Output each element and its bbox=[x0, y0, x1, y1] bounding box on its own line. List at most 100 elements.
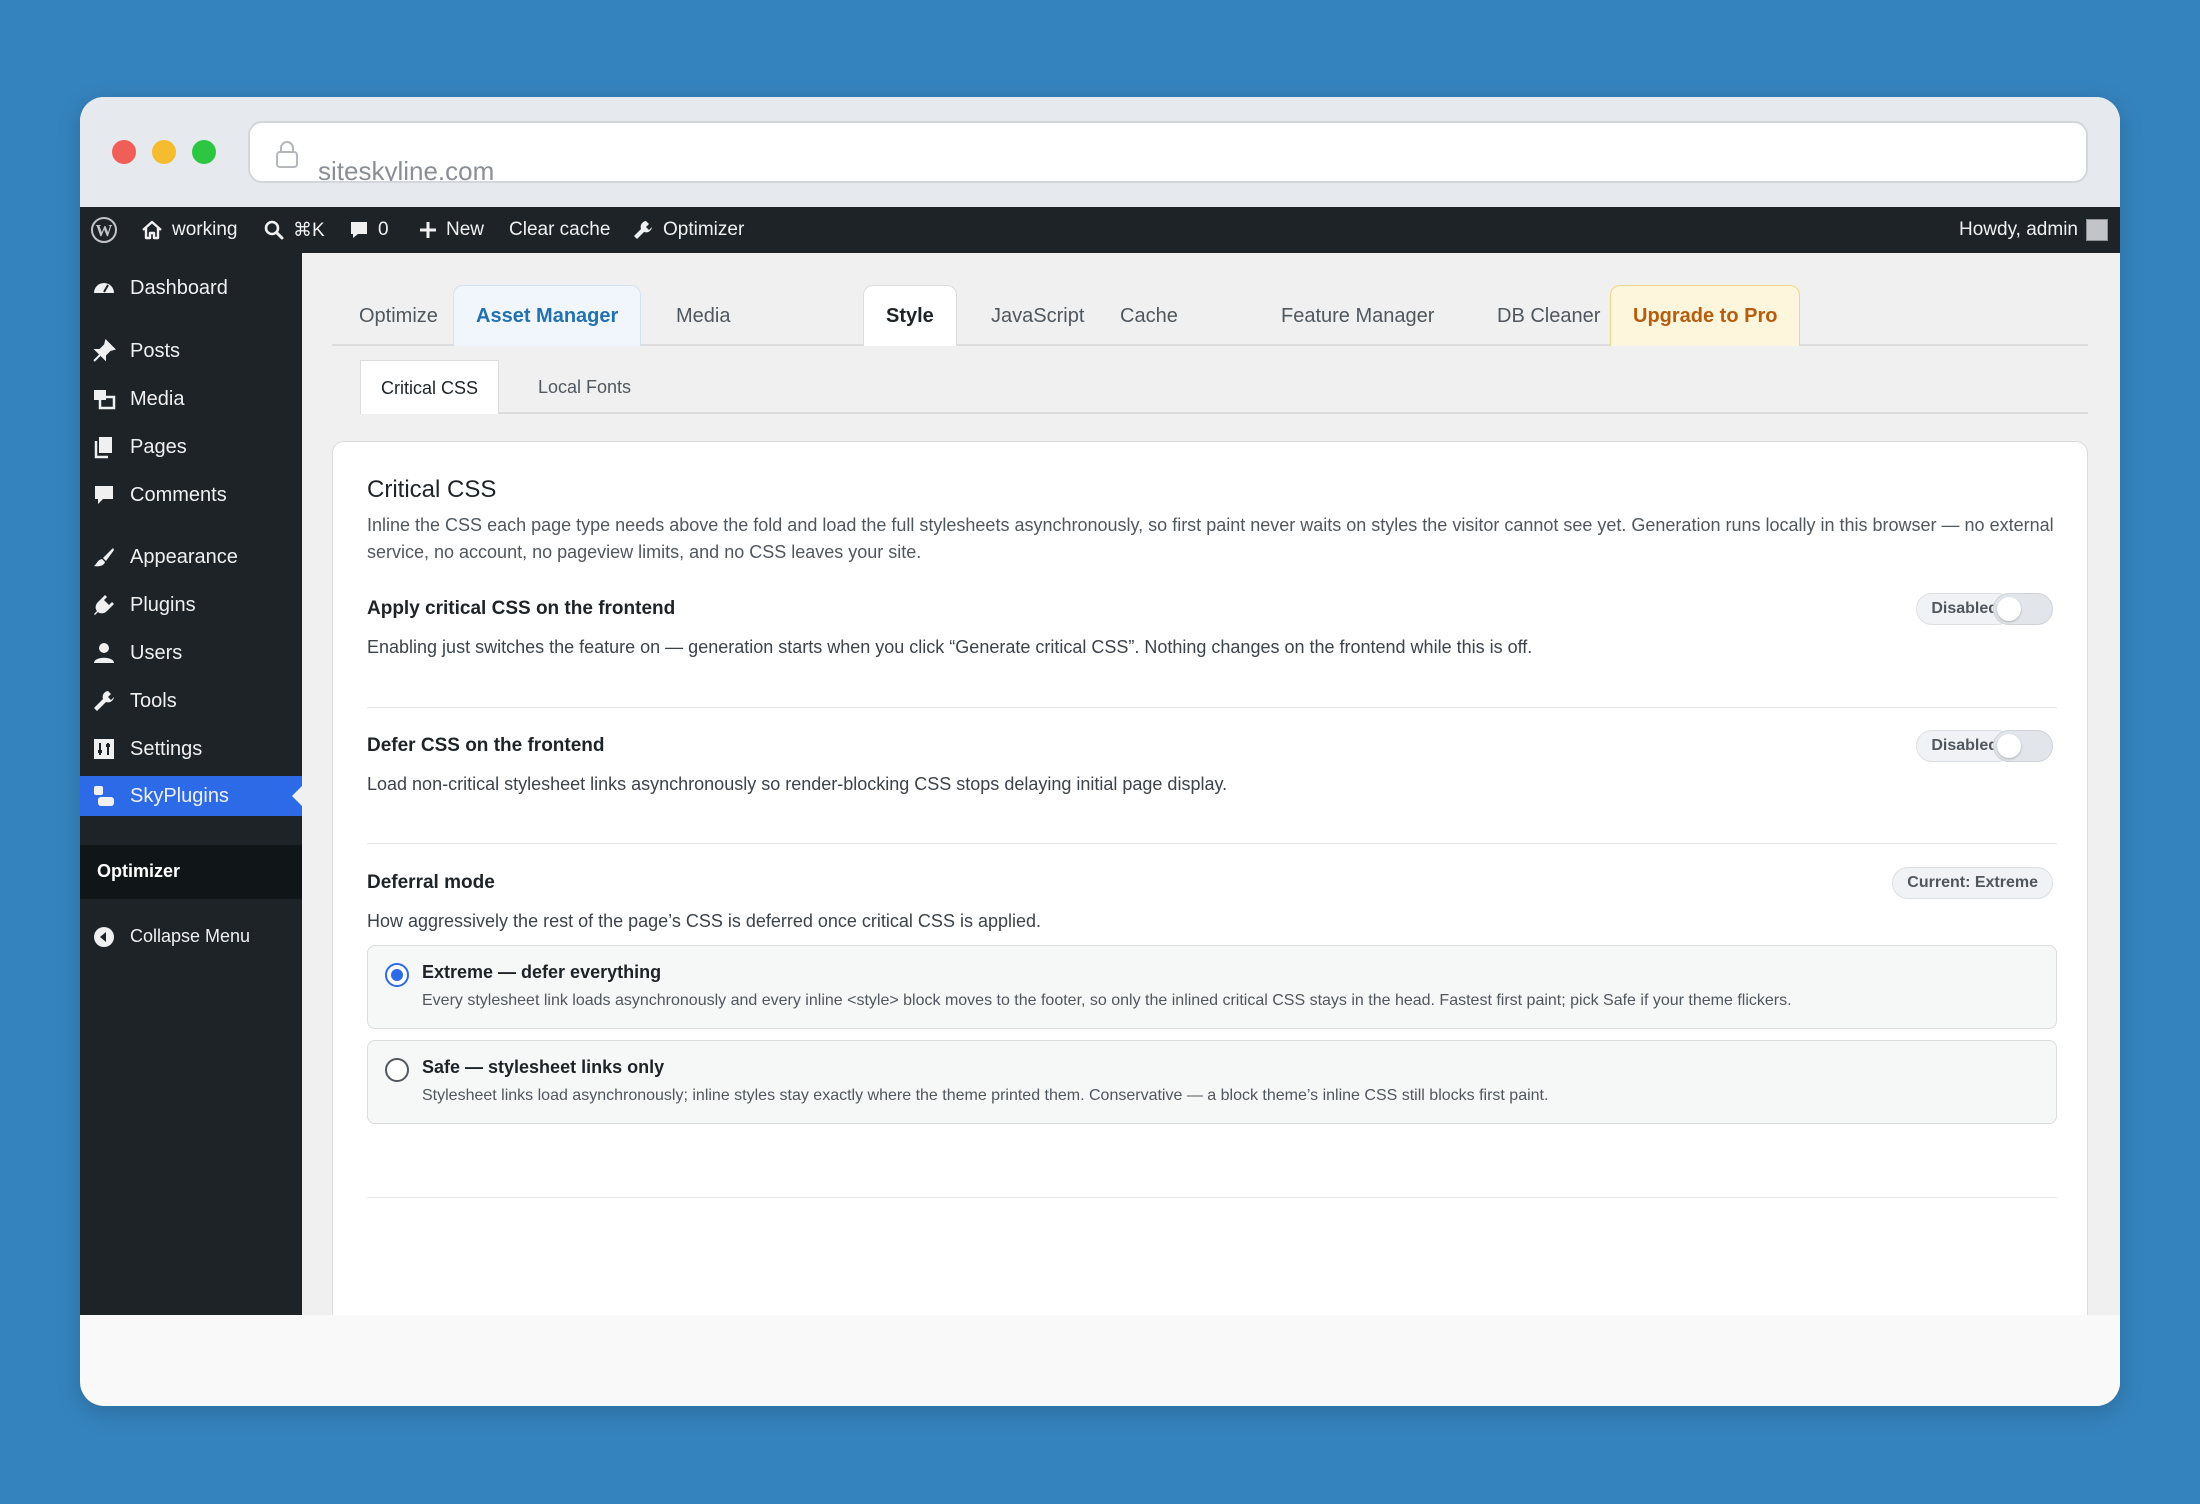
admin-sidebar: Dashboard Posts Media Pages Comments App… bbox=[80, 253, 302, 1406]
comment-icon bbox=[351, 222, 367, 238]
sidebar-submenu-optimizer[interactable]: Optimizer bbox=[97, 861, 180, 882]
option-description: Stylesheet links load asynchronously; in… bbox=[422, 1087, 1549, 1104]
deferral-mode-badge: Current: Extreme bbox=[1892, 867, 2053, 899]
sidebar-item-label: Plugins bbox=[130, 594, 196, 616]
avatar bbox=[2086, 219, 2108, 241]
sidebar-item-label: Media bbox=[130, 388, 185, 410]
dashboard-icon bbox=[94, 283, 114, 293]
optimizer-link[interactable]: Optimizer bbox=[631, 207, 744, 253]
sidebar-item-label: Tools bbox=[130, 690, 177, 712]
howdy-label: Howdy, admin bbox=[1959, 219, 2078, 240]
clear-cache-link[interactable]: Clear cache bbox=[509, 207, 610, 253]
defer-css-toggle[interactable] bbox=[1993, 730, 2053, 762]
collapse-menu-button[interactable]: Collapse Menu bbox=[80, 917, 302, 957]
media-icon bbox=[94, 390, 116, 410]
clear-cache-label: Clear cache bbox=[509, 219, 611, 240]
critical-css-card: Critical CSS Inline the CSS each page ty… bbox=[332, 441, 2088, 1406]
tab-optimize[interactable]: Optimize bbox=[336, 285, 461, 346]
sidebar-item-skyplugins[interactable]: SkyPlugins bbox=[80, 776, 302, 816]
apply-critical-css-toggle[interactable] bbox=[1993, 593, 2053, 625]
sidebar-item-label: Dashboard bbox=[130, 277, 228, 299]
wrench-icon bbox=[634, 221, 652, 239]
new-content-link[interactable]: New bbox=[418, 207, 484, 253]
radio-extreme[interactable] bbox=[385, 963, 409, 987]
search-button[interactable]: ⌘K bbox=[263, 207, 325, 253]
admin-bar: W working ⌘K 0 New Clear cache Optimizer… bbox=[80, 207, 2120, 253]
browser-chrome: siteskyline.com bbox=[80, 97, 2120, 207]
sidebar-item-media[interactable]: Media bbox=[80, 379, 302, 419]
user-icon bbox=[94, 643, 114, 663]
plus-icon bbox=[420, 222, 436, 238]
comments-link[interactable]: 0 bbox=[348, 207, 389, 253]
tab-style[interactable]: Style bbox=[863, 285, 957, 346]
sidebar-item-pages[interactable]: Pages bbox=[80, 427, 302, 467]
defer-css-description: Load non-critical stylesheet links async… bbox=[367, 774, 1228, 794]
deferral-mode-title: Deferral mode bbox=[367, 872, 495, 893]
sidebar-item-label: Appearance bbox=[130, 546, 238, 568]
tab-asset-manager[interactable]: Asset Manager bbox=[453, 285, 642, 346]
pages-icon bbox=[94, 437, 112, 459]
search-shortcut: ⌘K bbox=[293, 219, 325, 241]
minimize-window-button[interactable] bbox=[152, 140, 176, 164]
section-divider bbox=[367, 1197, 2057, 1198]
deferral-mode-description: How aggressively the rest of the page’s … bbox=[367, 911, 1041, 931]
sidebar-item-plugins[interactable]: Plugins bbox=[80, 585, 302, 625]
new-label: New bbox=[446, 219, 485, 240]
sidebar-item-settings[interactable]: Settings bbox=[80, 729, 302, 769]
collapse-menu-label: Collapse Menu bbox=[130, 926, 251, 946]
sidebar-item-users[interactable]: Users bbox=[80, 633, 302, 673]
sidebar-item-label: SkyPlugins bbox=[130, 785, 229, 807]
card-title: Critical CSS bbox=[367, 476, 497, 503]
site-name-label: working bbox=[172, 219, 238, 240]
section-divider bbox=[367, 707, 2057, 708]
sidebar-item-label: Pages bbox=[130, 436, 187, 458]
sidebar-item-tools[interactable]: Tools bbox=[80, 681, 302, 721]
skyplugins-icon bbox=[94, 786, 114, 806]
tab-javascript[interactable]: JavaScript bbox=[968, 285, 1107, 346]
close-window-button[interactable] bbox=[112, 140, 136, 164]
brush-icon bbox=[94, 548, 114, 567]
sidebar-item-label: Posts bbox=[130, 340, 181, 362]
card-description: Inline the CSS each page type needs abov… bbox=[367, 515, 2054, 562]
toggle-knob bbox=[1997, 597, 2021, 621]
sidebar-item-label: Users bbox=[130, 642, 183, 664]
optimizer-label: Optimizer bbox=[663, 219, 745, 240]
maximize-window-button[interactable] bbox=[192, 140, 216, 164]
sidebar-item-posts[interactable]: Posts bbox=[80, 331, 302, 371]
option-title: Extreme — defer everything bbox=[422, 962, 662, 982]
sidebar-item-label: Comments bbox=[130, 484, 227, 506]
defer-css-title: Defer CSS on the frontend bbox=[367, 735, 605, 756]
sidebar-item-dashboard[interactable]: Dashboard bbox=[80, 268, 302, 308]
deferral-option-safe[interactable]: Safe — stylesheet links only Stylesheet … bbox=[367, 1040, 2057, 1124]
wordpress-icon: W bbox=[91, 217, 117, 243]
subtab-local-fonts[interactable]: Local Fonts bbox=[518, 360, 651, 414]
address-url: siteskyline.com bbox=[318, 156, 495, 183]
tab-media[interactable]: Media bbox=[653, 285, 753, 346]
sidebar-item-appearance[interactable]: Appearance bbox=[80, 537, 302, 577]
main-content: Optimize Asset Manager Media Style JavaS… bbox=[302, 253, 2120, 1406]
address-bar[interactable]: siteskyline.com bbox=[248, 121, 2088, 183]
tab-upgrade-to-pro[interactable]: Upgrade to Pro bbox=[1610, 285, 1801, 346]
tab-feature-manager[interactable]: Feature Manager bbox=[1258, 285, 1457, 346]
browser-window: siteskyline.com W working ⌘K 0 New Clear… bbox=[80, 97, 2120, 1406]
deferral-option-extreme[interactable]: Extreme — defer everything Every stylesh… bbox=[367, 945, 2057, 1029]
account-menu[interactable]: Howdy, admin bbox=[1959, 207, 2108, 253]
lock-icon bbox=[276, 141, 298, 168]
wordpress-logo-button[interactable]: W bbox=[90, 207, 118, 253]
toggle-knob bbox=[1997, 734, 2021, 758]
tab-cache[interactable]: Cache bbox=[1097, 285, 1201, 346]
sidebar-item-label: Settings bbox=[130, 738, 203, 760]
pin-icon bbox=[93, 339, 116, 362]
settings-icon bbox=[94, 739, 114, 759]
section-divider bbox=[367, 843, 2057, 844]
plugin-icon bbox=[94, 595, 114, 615]
search-icon bbox=[264, 220, 284, 240]
sidebar-item-comments[interactable]: Comments bbox=[80, 475, 302, 515]
comments-count: 0 bbox=[378, 219, 389, 240]
subtab-critical-css[interactable]: Critical CSS bbox=[360, 360, 500, 414]
apply-critical-css-title: Apply critical CSS on the frontend bbox=[367, 598, 676, 619]
site-name-link[interactable]: working bbox=[140, 207, 237, 253]
tab-db-cleaner[interactable]: DB Cleaner bbox=[1474, 285, 1623, 346]
radio-safe[interactable] bbox=[385, 1058, 409, 1082]
sidebar-submenu: Optimizer bbox=[80, 845, 302, 899]
